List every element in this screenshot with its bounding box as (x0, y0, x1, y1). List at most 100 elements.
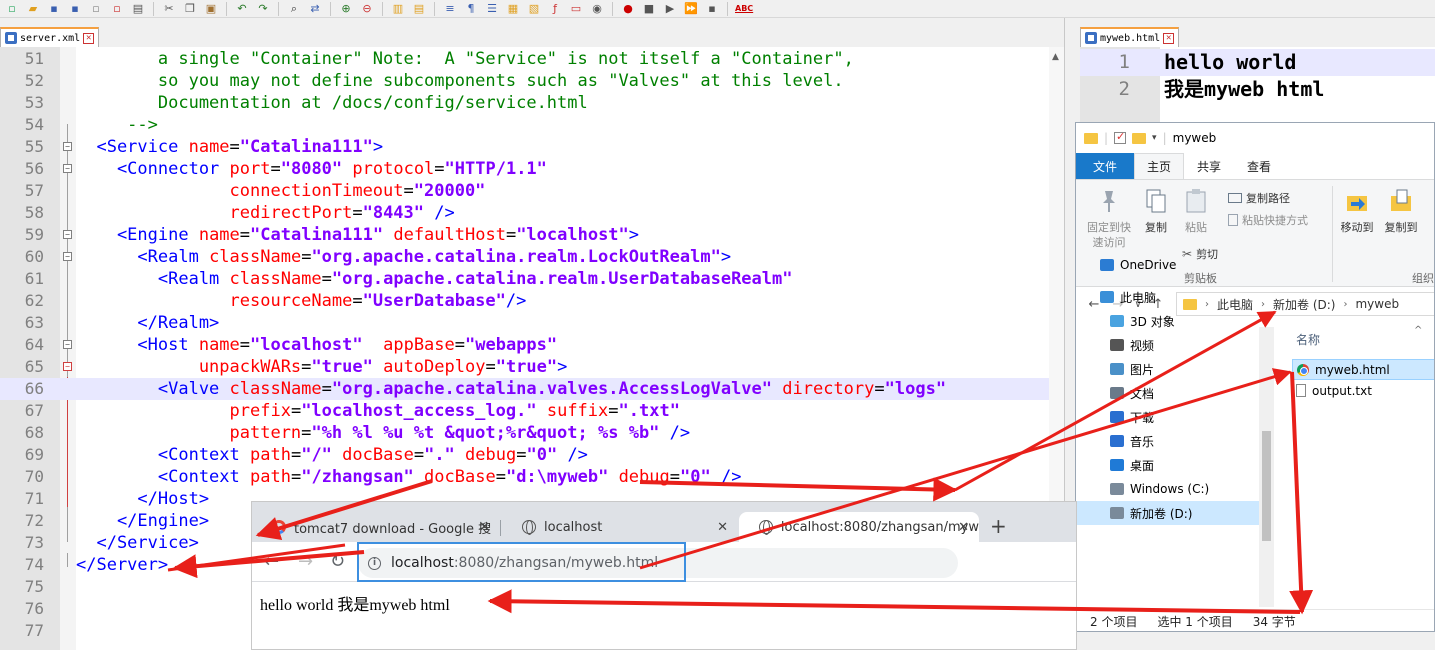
code-line[interactable]: 60 − <Realm className="org.apache.catalin… (0, 246, 1064, 268)
stop-macro-icon[interactable]: ■ (641, 2, 657, 16)
redo-icon[interactable]: ↷ (255, 2, 271, 16)
nav-item[interactable]: Windows (C:) (1076, 477, 1274, 501)
code-line[interactable]: 67 prefix="localhost_access_log." suffix… (0, 400, 1064, 422)
paste-shortcut-button[interactable]: 粘贴快捷方式 (1228, 212, 1308, 228)
print-icon[interactable]: ▤ (130, 2, 146, 16)
play-macro-icon[interactable]: ▶ (662, 2, 678, 16)
spellcheck-icon[interactable]: ABC (735, 4, 753, 13)
tab-view[interactable]: 查看 (1234, 153, 1284, 179)
cut-icon[interactable]: ✂ (161, 2, 177, 16)
back-arrow-icon[interactable]: ← (264, 551, 279, 572)
code-line[interactable]: 68 pattern="%h %l %u %t &quot;%r&quot; %… (0, 422, 1064, 444)
file-row[interactable]: output.txt (1292, 380, 1434, 401)
tab-file[interactable]: 文件 (1076, 153, 1134, 179)
nav-item[interactable]: 视频 (1076, 333, 1274, 357)
nav-item[interactable]: 3D 对象 (1076, 309, 1274, 333)
function-list-icon[interactable]: ƒ (547, 2, 563, 16)
close-all-icon[interactable]: ▫ (109, 2, 125, 16)
fold-minus-icon[interactable]: − (63, 252, 72, 261)
code-line[interactable]: 70 <Context path="/zhangsan" docBase="d:… (0, 466, 1064, 488)
fold-minus-icon[interactable]: − (63, 230, 72, 239)
copy-button[interactable]: 复制 (1140, 188, 1172, 235)
code-line[interactable]: 55 − <Service name="Catalina111"> (0, 136, 1064, 158)
fold-minus-icon[interactable]: − (63, 142, 72, 151)
word-wrap-icon[interactable]: ≡ (442, 2, 458, 16)
tab-server-xml[interactable]: server.xml ✕ (0, 27, 100, 47)
code-line[interactable]: 54 --> (0, 114, 1064, 136)
fold-minus-icon[interactable]: − (63, 164, 72, 173)
nav-item[interactable]: 音乐 (1076, 429, 1274, 453)
scroll-up-icon[interactable]: ▲ (1052, 52, 1059, 62)
move-to-button[interactable]: 移动到 (1336, 188, 1378, 235)
new-tab-plus-icon[interactable]: + (990, 514, 1007, 538)
forward-arrow-icon[interactable]: → (298, 551, 313, 572)
fold-minus-icon[interactable]: − (63, 362, 72, 371)
code-line[interactable]: 53 Documentation at /docs/config/service… (0, 92, 1064, 114)
record-macro-icon[interactable]: ● (620, 2, 636, 16)
code-line[interactable]: 58 redirectPort="8443" /> (0, 202, 1064, 224)
save-macro-icon[interactable]: ▪ (704, 2, 720, 16)
folder-workspace-icon[interactable]: ▭ (568, 2, 584, 16)
code-line[interactable]: 66 <Valve className="org.apache.catalina… (0, 378, 1064, 400)
reload-icon[interactable]: ↻ (330, 551, 345, 572)
code-line[interactable]: 69 <Context path="/" docBase="." debug="… (0, 444, 1064, 466)
browser-tab-localhost[interactable]: localhost ✕ (502, 512, 738, 542)
zoom-out-icon[interactable]: ⊖ (359, 2, 375, 16)
tab-myweb-html[interactable]: myweb.html ✕ (1080, 27, 1180, 47)
open-file-icon[interactable]: ▰ (25, 2, 41, 16)
doc-map-icon[interactable]: ▧ (526, 2, 542, 16)
chevron-down-icon[interactable]: ▾ (1152, 133, 1157, 143)
code-line[interactable]: 65− unpackWARs="true" autoDeploy="true"> (0, 356, 1064, 378)
code-line[interactable]: 56− <Connector port="8080" protocol="HTT… (0, 158, 1064, 180)
nav-item[interactable]: 图片 (1076, 357, 1274, 381)
save-all-icon[interactable]: ▪ (67, 2, 83, 16)
zoom-in-icon[interactable]: ⊕ (338, 2, 354, 16)
browser-tab-myweb-active[interactable]: localhost:8080/zhangsan/myw ✕ (739, 512, 979, 542)
navigation-pane-scrollbar[interactable] (1259, 327, 1274, 607)
code-line[interactable]: 61 <Realm className="org.apache.catalina… (0, 268, 1064, 290)
nav-item[interactable]: 文档 (1076, 381, 1274, 405)
find-icon[interactable]: ⌕ (286, 2, 302, 16)
code-line[interactable]: 64− <Host name="localhost" appBase="weba… (0, 334, 1064, 356)
paste-button[interactable]: 粘贴 (1180, 188, 1212, 235)
monitoring-icon[interactable]: ◉ (589, 2, 605, 16)
close-icon[interactable]: ✕ (958, 520, 969, 535)
code-line[interactable]: 2 我是myweb html (1080, 76, 1435, 103)
undo-icon[interactable]: ↶ (234, 2, 250, 16)
fold-minus-icon[interactable]: − (63, 340, 72, 349)
paste-icon[interactable]: ▣ (203, 2, 219, 16)
nav-item[interactable]: OneDrive (1076, 253, 1274, 277)
close-icon[interactable]: ✕ (479, 520, 490, 535)
new-file-icon[interactable]: ▫ (4, 2, 20, 16)
code-line[interactable]: 51 a single "Container" Note: A "Service… (0, 48, 1064, 70)
breadcrumb-drive-d[interactable]: 新加卷 (D:) (1273, 296, 1335, 313)
copy-icon[interactable]: ❐ (182, 2, 198, 16)
copy-to-button[interactable]: 复制到 (1380, 188, 1422, 235)
code-editor-myweb-html[interactable]: 1 hello world 2 我是myweb html (1080, 47, 1435, 127)
code-line[interactable]: 59− <Engine name="Catalina111" defaultHo… (0, 224, 1064, 246)
close-icon[interactable]: ✕ (717, 520, 728, 535)
tab-home[interactable]: 主页 (1134, 153, 1184, 179)
tab-share[interactable]: 共享 (1184, 153, 1234, 179)
properties-icon[interactable] (1114, 130, 1127, 144)
file-row[interactable]: myweb.html (1292, 359, 1434, 380)
sync-vertical-icon[interactable]: ▥ (390, 2, 406, 16)
show-all-chars-icon[interactable]: ¶ (463, 2, 479, 16)
scrollbar-thumb[interactable] (1262, 431, 1271, 541)
breadcrumb-myweb[interactable]: myweb (1355, 297, 1399, 311)
nav-item[interactable]: 桌面 (1076, 453, 1274, 477)
sync-horizontal-icon[interactable]: ▤ (411, 2, 427, 16)
code-line[interactable]: 57 connectionTimeout="20000" (0, 180, 1064, 202)
code-line[interactable]: 62 resourceName="UserDatabase"/> (0, 290, 1064, 312)
code-line[interactable]: 52 so you may not define subcomponents s… (0, 70, 1064, 92)
close-icon[interactable]: ✕ (1163, 32, 1175, 44)
replace-icon[interactable]: ⇄ (307, 2, 323, 16)
user-language-icon[interactable]: ▦ (505, 2, 521, 16)
nav-item[interactable]: 新加卷 (D:) (1076, 501, 1274, 525)
nav-item[interactable]: 下载 (1076, 405, 1274, 429)
code-line[interactable]: 63 </Realm> (0, 312, 1064, 334)
new-folder-icon[interactable] (1132, 132, 1147, 144)
code-line[interactable]: 1 hello world (1080, 49, 1435, 76)
copy-path-button[interactable]: 复制路径 (1228, 190, 1290, 206)
close-icon[interactable]: ✕ (83, 32, 95, 44)
